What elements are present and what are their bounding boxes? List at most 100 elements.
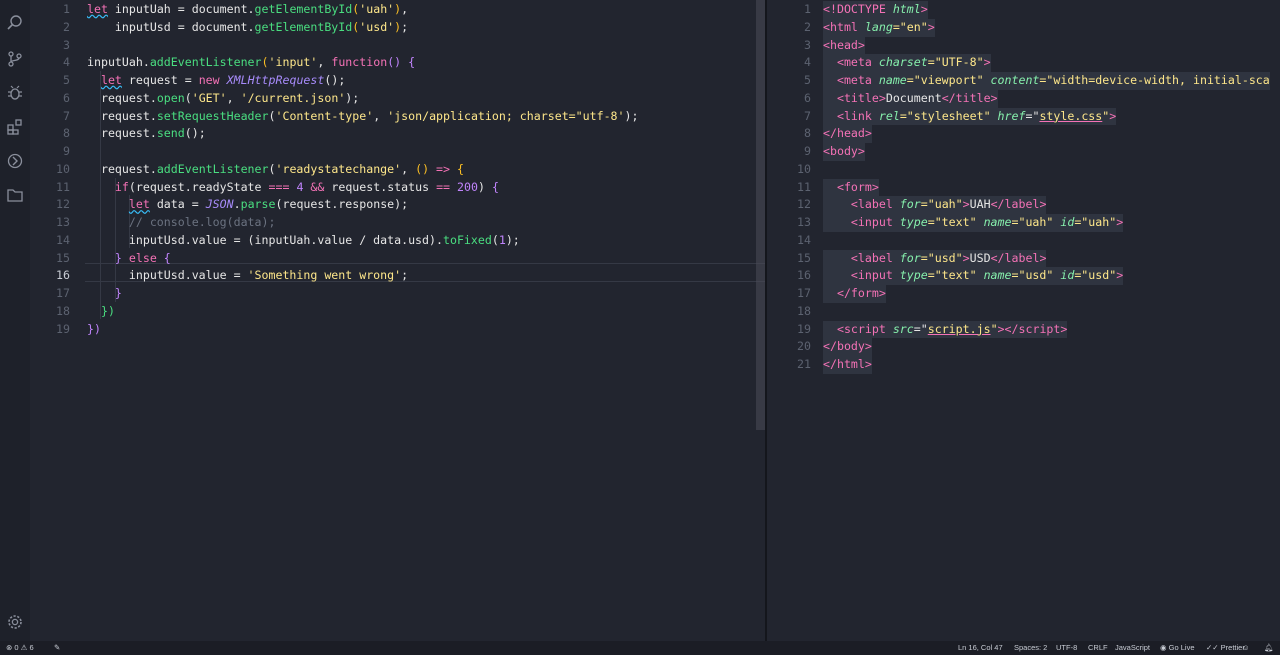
code-text: request.open('GET', '/current.json'); bbox=[87, 90, 359, 108]
code-token: type bbox=[899, 268, 928, 283]
language-mode[interactable]: JavaScript bbox=[1115, 641, 1150, 655]
code-line[interactable]: 8 request.send(); bbox=[30, 125, 765, 143]
code-token: inputUsd.value = bbox=[87, 268, 248, 283]
code-line[interactable]: 5 let request = new XMLHttpRequest(); bbox=[30, 72, 765, 90]
folder-icon[interactable] bbox=[6, 186, 24, 204]
code-token: <input bbox=[850, 215, 900, 229]
line-number: 17 bbox=[797, 286, 811, 300]
code-line[interactable]: 9 <body> bbox=[767, 143, 1280, 161]
code-line[interactable]: 1 <!DOCTYPE html> bbox=[767, 1, 1280, 19]
code-line[interactable]: 7 <link rel="stylesheet" href="style.css… bbox=[767, 107, 1280, 126]
gear-icon[interactable] bbox=[6, 613, 24, 631]
code-token: <link bbox=[836, 108, 879, 123]
editor-pane-index-html[interactable]: 1 <!DOCTYPE html> 2 <html lang="en"> 3 <head>… bbox=[767, 0, 1280, 641]
code-line[interactable]: 21 </html> bbox=[767, 356, 1280, 374]
search-icon[interactable] bbox=[6, 14, 24, 32]
code-token: { bbox=[491, 179, 499, 194]
code-line[interactable]: 14 bbox=[767, 232, 1280, 250]
code-token: ="text" bbox=[927, 268, 984, 283]
code-line[interactable]: 14 inputUsd.value = (inputUah.value / da… bbox=[30, 232, 765, 250]
code-text: <label for="uah">UAH</label> bbox=[823, 196, 1047, 214]
bell-icon[interactable]: 🔔︎ bbox=[1264, 641, 1274, 655]
line-number: 4 bbox=[63, 55, 70, 70]
prettier-button[interactable]: ✓✓ Prettier bbox=[1206, 641, 1245, 655]
code-line[interactable]: 12 let data = JSON.parse(request.respons… bbox=[30, 196, 765, 214]
code-line[interactable]: 16 <input type="text" name="usd" id="usd… bbox=[767, 267, 1280, 285]
line-ending[interactable]: CRLF bbox=[1088, 641, 1108, 655]
code-line[interactable]: 8 </head> bbox=[767, 125, 1280, 143]
code-line[interactable]: 3 <head> bbox=[767, 36, 1280, 55]
code-text: <body> bbox=[823, 143, 865, 161]
code-token: </head> bbox=[823, 126, 872, 141]
code-token: let bbox=[100, 73, 122, 87]
code-text: <form> bbox=[823, 178, 879, 197]
code-token: addEventListener bbox=[149, 55, 262, 70]
code-token: <script bbox=[836, 321, 893, 336]
encoding[interactable]: UTF-8 bbox=[1056, 641, 1077, 655]
extensions-icon[interactable] bbox=[6, 118, 24, 136]
code-line[interactable]: 1 let inputUah = document.getElementById(… bbox=[30, 1, 765, 19]
code-line[interactable]: 11 if(request.readyState === 4 && reques… bbox=[30, 179, 765, 197]
feedback-icon[interactable]: ☺ bbox=[1242, 641, 1250, 655]
code-line[interactable]: 13 <input type="text" name="uah" id="uah… bbox=[767, 214, 1280, 232]
code-token: content bbox=[990, 73, 1040, 87]
code-token: toFixed bbox=[442, 232, 492, 247]
code-token: USD bbox=[969, 250, 991, 265]
code-line[interactable]: 12 <label for="uah">UAH</label> bbox=[767, 196, 1280, 214]
code-line[interactable]: 2 inputUsd = document.getElementById('us… bbox=[30, 19, 765, 37]
code-token: inputUsd.value = (inputUah.value / data.… bbox=[87, 232, 443, 247]
live-share-icon[interactable]: ✎ bbox=[54, 641, 60, 655]
editor-pane-script-js[interactable]: 1 let inputUah = document.getElementById(… bbox=[30, 0, 765, 641]
code-line[interactable]: 9 bbox=[30, 143, 765, 161]
code-line[interactable]: 5 <meta name="viewport" content="width=d… bbox=[767, 72, 1280, 90]
code-token: ) bbox=[477, 179, 492, 194]
debug-icon[interactable] bbox=[6, 84, 24, 102]
code-line[interactable]: 20 </body> bbox=[767, 338, 1280, 356]
code-token: if bbox=[114, 179, 129, 194]
source-control-icon[interactable] bbox=[6, 50, 24, 68]
line-number: 1 bbox=[804, 2, 811, 16]
code-line[interactable]: 19 <script src="script.js"></script> bbox=[767, 320, 1280, 339]
remote-explorer-icon[interactable] bbox=[6, 152, 24, 170]
code-line[interactable]: 4 inputUah.addEventListener('input', func… bbox=[30, 54, 765, 72]
code-line[interactable]: 16 inputUsd.value = 'Something went wron… bbox=[30, 267, 765, 285]
code-line[interactable]: 4 <meta charset="UTF-8"> bbox=[767, 54, 1280, 72]
code-line[interactable]: 15 } else { bbox=[30, 250, 765, 268]
code-line[interactable]: 17 </form> bbox=[767, 285, 1280, 303]
code-line[interactable]: 17 } bbox=[30, 285, 765, 303]
problems-indicator[interactable]: ⊗ 0 ⚠ 6 bbox=[6, 641, 34, 655]
code-token: () bbox=[415, 161, 430, 176]
code-line[interactable]: 19}) bbox=[30, 321, 765, 339]
code-line[interactable]: 15 <label for="usd">USD</label> bbox=[767, 249, 1280, 268]
code-line[interactable]: 11 <form> bbox=[767, 178, 1280, 197]
line-number: 12 bbox=[56, 197, 70, 212]
code-token: name bbox=[983, 215, 1012, 229]
code-line[interactable]: 10 request.addEventListener('readystatec… bbox=[30, 161, 765, 179]
code-line[interactable]: 18 }) bbox=[30, 303, 765, 321]
indentation[interactable]: Spaces: 2 bbox=[1014, 641, 1047, 655]
code-line[interactable]: 7 request.setRequestHeader('Content-type… bbox=[30, 108, 765, 126]
cursor-position[interactable]: Ln 16, Col 47 bbox=[958, 641, 1003, 655]
code-token: && bbox=[310, 179, 325, 194]
code-text: <!DOCTYPE html> bbox=[823, 1, 928, 19]
code-token: parse bbox=[240, 197, 276, 212]
go-live-button[interactable]: ◉ Go Live bbox=[1160, 641, 1195, 655]
code-line[interactable]: 18 bbox=[767, 303, 1280, 321]
code-token: , bbox=[226, 90, 241, 105]
code-text: inputUsd = document.getElementById('usd'… bbox=[87, 19, 408, 37]
code-line[interactable]: 2 <html lang="en"> bbox=[767, 18, 1280, 37]
line-number: 16 bbox=[56, 268, 70, 283]
code-line[interactable]: 13 // console.log(data); bbox=[30, 214, 765, 232]
code-line[interactable]: 6 request.open('GET', '/current.json'); bbox=[30, 90, 765, 108]
scrollbar[interactable] bbox=[756, 0, 765, 430]
code-line[interactable]: 6 <title>Document</title> bbox=[767, 89, 1280, 108]
code-line[interactable]: 3 bbox=[30, 37, 765, 55]
code-text: </head> bbox=[823, 125, 872, 143]
line-number: 3 bbox=[804, 37, 811, 52]
code-line[interactable]: 10 bbox=[767, 161, 1280, 179]
